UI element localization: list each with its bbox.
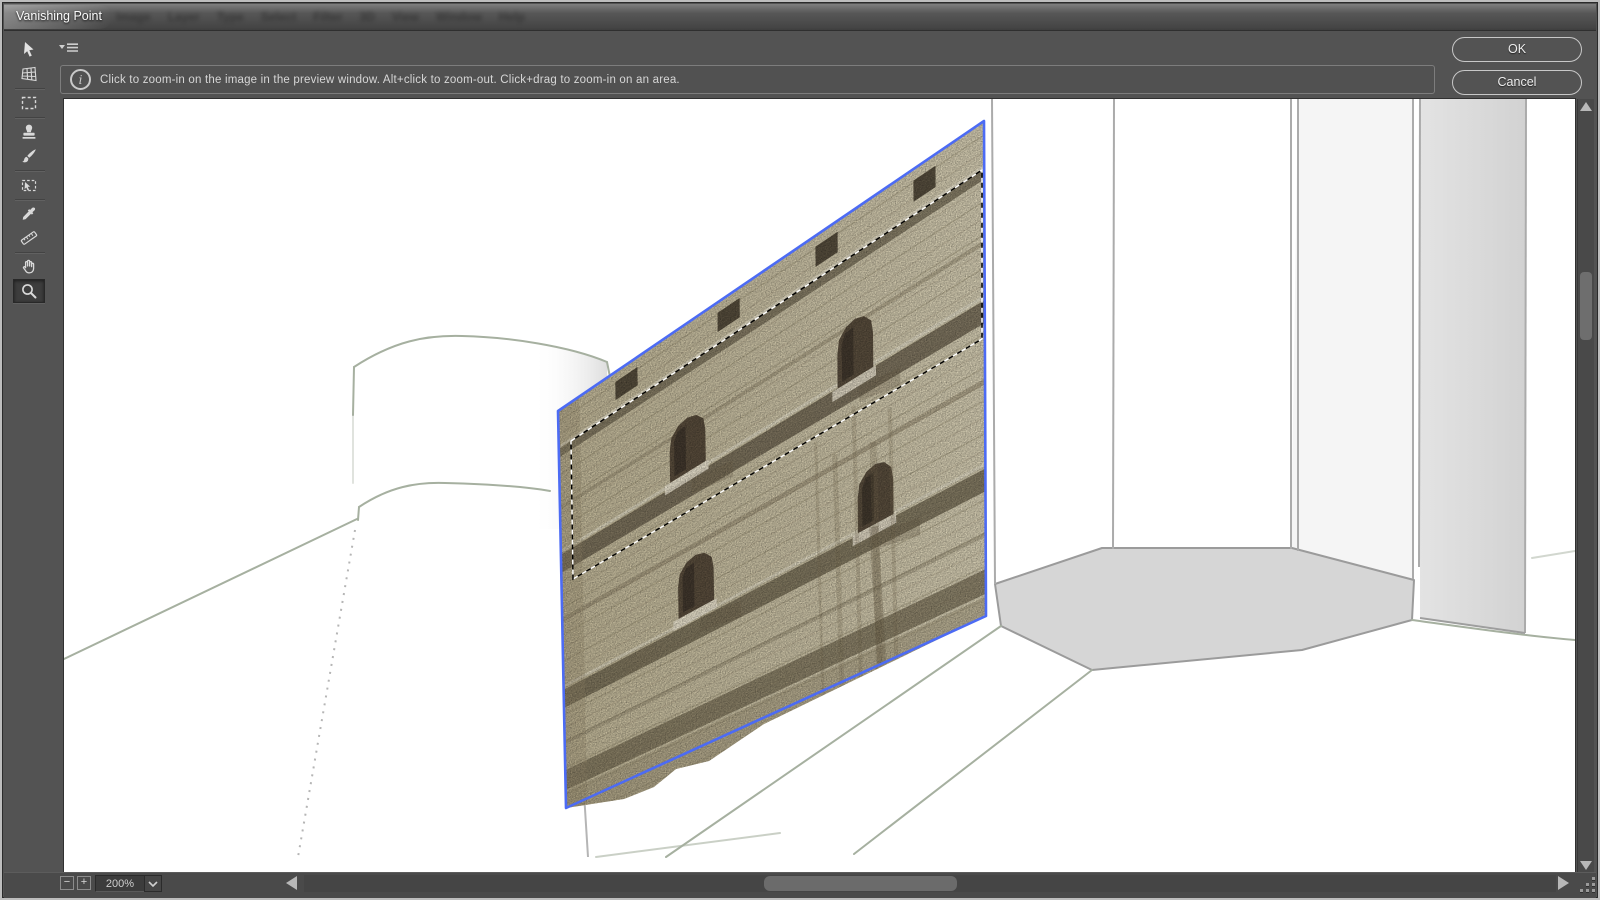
menu-item-type: Type <box>217 10 244 24</box>
toolbar-separator <box>15 170 45 171</box>
flyout-menu-icon <box>58 41 80 55</box>
zoom-level-field[interactable]: 200% <box>95 875 145 892</box>
info-icon: i <box>70 69 91 90</box>
tool-stamp[interactable] <box>13 120 45 144</box>
ok-button[interactable]: OK <box>1452 37 1582 62</box>
scroll-left-arrow-icon[interactable] <box>286 876 297 890</box>
info-bar: i Click to zoom-in on the image in the p… <box>60 65 1435 94</box>
title-bar: Vanishing Point Image Layer Type Select Filt… <box>4 4 1596 31</box>
hand-icon <box>20 258 38 276</box>
chevron-down-icon <box>148 881 158 887</box>
info-message: Click to zoom-in on the image in the pre… <box>100 74 680 86</box>
preview-scene <box>64 99 1575 872</box>
stamp-icon <box>20 123 38 141</box>
scroll-right-arrow-icon[interactable] <box>1558 876 1569 890</box>
wall-face-light <box>1291 99 1413 579</box>
menu-item-filter: Filter <box>313 10 342 24</box>
cancel-button[interactable]: Cancel <box>1452 70 1582 95</box>
eyedropper-icon <box>20 205 38 223</box>
marquee-icon <box>20 94 38 112</box>
panel-menu-button[interactable] <box>58 41 80 55</box>
menu-item-3d: 3D <box>360 10 375 24</box>
vertical-scrollbar[interactable] <box>1577 99 1594 875</box>
vertical-scrollbar-thumb[interactable] <box>1580 272 1592 340</box>
toolbar-separator <box>15 117 45 118</box>
menu-item-window: Window <box>436 10 482 24</box>
zoom-dropdown-button[interactable] <box>144 875 162 892</box>
wall-face-shaded <box>1420 99 1526 633</box>
menu-item-help: Help <box>499 10 525 24</box>
menu-item-view: View <box>392 10 419 24</box>
octagon-top-face <box>995 548 1414 670</box>
status-bar: − + 200% <box>4 872 1596 899</box>
brush-icon <box>20 147 38 165</box>
vanishing-point-dialog: Vanishing Point Image Layer Type Select Filt… <box>0 0 1600 900</box>
hidden-edge-dotted-line <box>298 530 355 857</box>
preview-canvas[interactable] <box>64 99 1575 872</box>
window-title: Vanishing Point <box>16 9 102 23</box>
scroll-up-arrow-icon[interactable] <box>1580 102 1592 111</box>
tool-create-plane[interactable] <box>13 62 45 86</box>
toolbar-separator <box>15 252 45 253</box>
tool-hand[interactable] <box>13 255 45 279</box>
horizontal-scrollbar-thumb[interactable] <box>764 876 957 891</box>
zoom-out-button[interactable]: − <box>60 876 74 890</box>
zoom-icon <box>20 282 38 300</box>
menu-item-select: Select <box>261 10 296 24</box>
edit-plane-icon <box>20 41 38 59</box>
toolbar-separator <box>15 88 45 89</box>
tool-measure[interactable] <box>13 226 45 250</box>
tool-marquee[interactable] <box>13 91 45 115</box>
zoom-in-button[interactable]: + <box>77 876 91 890</box>
tool-transform[interactable] <box>13 173 45 197</box>
create-plane-icon <box>20 65 38 83</box>
tool-edit-plane[interactable] <box>13 38 45 62</box>
tool-brush[interactable] <box>13 144 45 168</box>
tool-zoom[interactable] <box>13 279 45 303</box>
menu-bar-blurred: Image Layer Type Select Filter 3D View Window He… <box>116 10 525 24</box>
tool-eyedropper[interactable] <box>13 202 45 226</box>
tool-palette <box>13 38 47 303</box>
toolbar-separator <box>15 199 45 200</box>
menu-item-layer: Layer <box>168 10 200 24</box>
texture-grain <box>544 109 994 829</box>
horizontal-scrollbar[interactable] <box>304 875 1556 892</box>
menu-item-image: Image <box>116 10 151 24</box>
resize-grip[interactable] <box>1580 877 1598 895</box>
transform-icon <box>20 176 38 194</box>
measure-icon <box>20 229 38 247</box>
scroll-down-arrow-icon[interactable] <box>1580 861 1592 870</box>
